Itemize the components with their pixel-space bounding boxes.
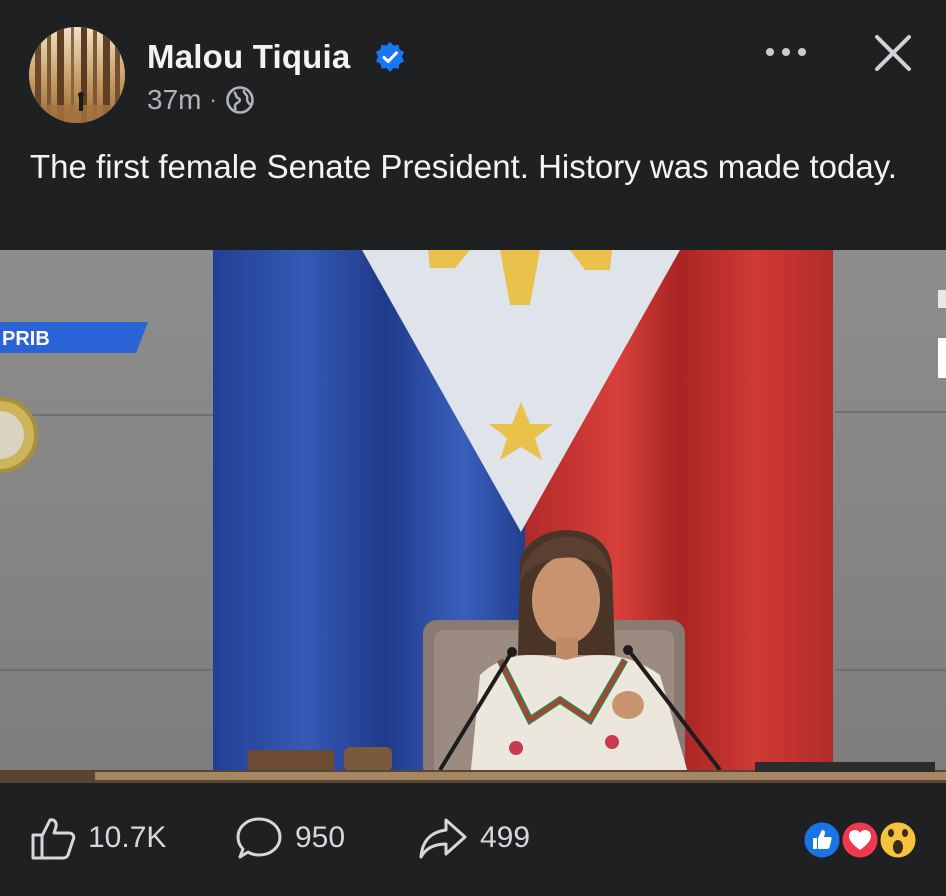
- like-count: 10.7K: [88, 821, 167, 854]
- comment-button[interactable]: 950: [235, 816, 345, 860]
- post-meta: 37m ·: [147, 83, 255, 117]
- like-button[interactable]: 10.7K: [30, 816, 166, 860]
- author-avatar[interactable]: [29, 27, 125, 123]
- meta-separator: ·: [209, 87, 217, 112]
- post-text: The first female Senate President. Histo…: [30, 148, 897, 185]
- post-video-frame[interactable]: PRIB: [0, 250, 946, 783]
- more-options-icon[interactable]: [756, 32, 816, 72]
- author-name[interactable]: Malou Tiquia: [147, 38, 350, 76]
- thumbs-up-icon: [31, 818, 76, 860]
- comment-count: 950: [295, 821, 346, 854]
- avatar-forest-image: [29, 27, 125, 123]
- like-reaction-icon: [801, 819, 843, 861]
- wow-reaction-icon: [877, 819, 919, 861]
- share-arrow-icon: [419, 818, 467, 859]
- comment-bubble-icon: [236, 817, 282, 859]
- broadcast-banner-text: PRIB: [2, 328, 50, 350]
- share-count: 499: [480, 821, 531, 854]
- share-button[interactable]: 499: [418, 816, 530, 860]
- close-icon[interactable]: [866, 28, 920, 78]
- post-header: Malou Tiquia 37m · The first female Sena…: [0, 0, 946, 250]
- verified-badge-icon: [376, 42, 404, 72]
- post-time[interactable]: 37m: [147, 84, 201, 116]
- love-reaction-icon: [839, 819, 881, 861]
- senate-session-image: PRIB: [0, 250, 946, 783]
- reaction-summary[interactable]: [800, 818, 920, 862]
- globe-icon[interactable]: [225, 85, 255, 115]
